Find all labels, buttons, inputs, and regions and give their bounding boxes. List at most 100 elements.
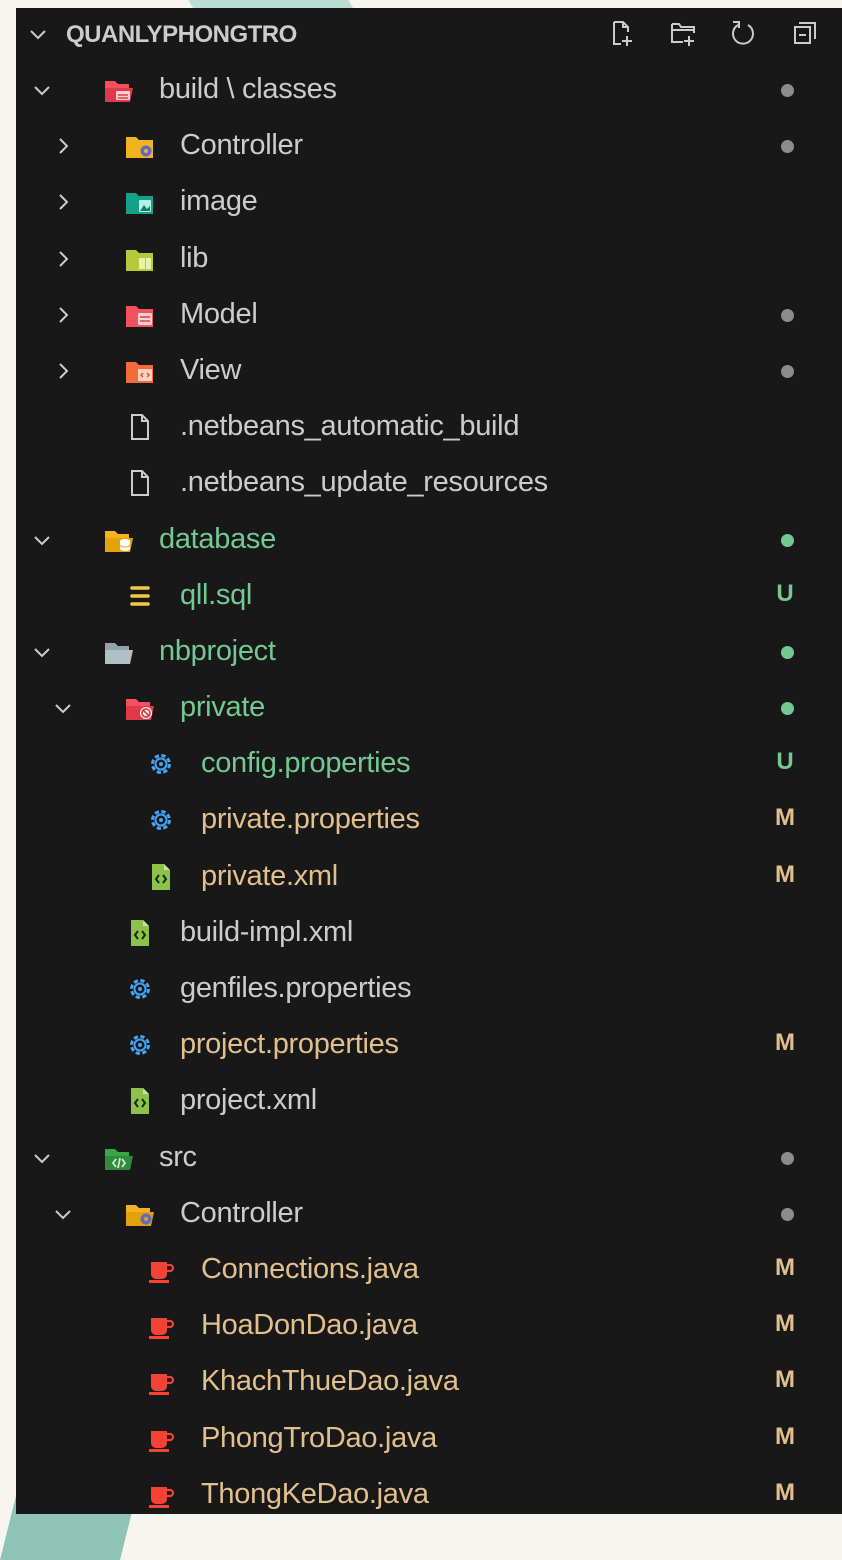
chevron-right-icon[interactable]	[51, 190, 75, 214]
tree-item-hoadondao-java[interactable]: HoaDonDao.java M	[16, 1298, 842, 1354]
tree-item-label: project.xml	[180, 1084, 317, 1117]
tree-item-label: .netbeans_update_resources	[180, 466, 548, 499]
tree-item-netbeans-update-resources[interactable]: .netbeans_update_resources	[16, 455, 842, 511]
tree-item-config-properties[interactable]: config.properties U	[16, 736, 842, 792]
tree-item-controller[interactable]: Controller	[16, 1186, 842, 1242]
tree-item-label: Controller	[180, 1196, 303, 1229]
project-title: QUANLYPHONGTRO	[66, 21, 297, 48]
tree-item-label: lib	[180, 241, 209, 274]
settings-gear-icon	[146, 750, 176, 778]
tree-item-nbproject[interactable]: nbproject	[16, 624, 842, 680]
tree-item-label: image	[180, 185, 258, 218]
tree-item-label: KhachThueDao.java	[201, 1365, 459, 1398]
chevron-down-icon[interactable]	[30, 528, 54, 552]
chevron-down-icon[interactable]	[26, 22, 50, 46]
tree-item-build-classes[interactable]: build \ classes	[16, 62, 842, 118]
chevron-right-icon[interactable]	[51, 359, 75, 383]
file-tree: build \ classes Controller image lib Model Vi…	[16, 62, 842, 1514]
tree-item-label: .netbeans_automatic_build	[180, 410, 520, 443]
tree-item-label: private.properties	[201, 803, 420, 836]
tree-item-controller[interactable]: Controller	[16, 118, 842, 174]
chevron-down-icon[interactable]	[51, 696, 75, 720]
settings-gear-icon	[125, 975, 155, 1003]
git-status-badge: M	[775, 804, 795, 832]
tree-item-qll-sql[interactable]: qll.sql U	[16, 568, 842, 624]
folder-lib-icon	[125, 245, 155, 273]
tree-item-project-xml[interactable]: project.xml	[16, 1073, 842, 1129]
tree-item-label: View	[180, 353, 242, 386]
java-file-icon	[146, 1481, 176, 1509]
chevron-down-icon[interactable]	[30, 1146, 54, 1170]
java-file-icon	[146, 1312, 176, 1340]
folder-controller-icon	[125, 132, 155, 160]
tree-item-image[interactable]: image	[16, 174, 842, 230]
tree-item-build-impl-xml[interactable]: build-impl.xml	[16, 905, 842, 961]
chevron-down-icon[interactable]	[51, 1202, 75, 1226]
file-icon	[125, 469, 155, 497]
refresh-icon[interactable]	[728, 18, 758, 48]
git-status-dot	[781, 702, 794, 716]
java-file-icon	[146, 1425, 176, 1453]
tree-item-project-properties[interactable]: project.properties M	[16, 1017, 842, 1073]
chevron-down-icon[interactable]	[30, 640, 54, 664]
tree-item-label: private.xml	[201, 859, 338, 892]
tree-item-label: src	[159, 1140, 197, 1173]
git-status-dot	[781, 645, 794, 659]
tree-item-private-xml[interactable]: private.xml M	[16, 849, 842, 905]
collapse-all-icon[interactable]	[790, 18, 820, 48]
tree-item-lib[interactable]: lib	[16, 231, 842, 287]
tree-item-khachthuedao-java[interactable]: KhachThueDao.java M	[16, 1354, 842, 1410]
tree-item-label: Model	[180, 297, 258, 330]
tree-item-private-properties[interactable]: private.properties M	[16, 792, 842, 848]
tree-item-private[interactable]: private	[16, 680, 842, 736]
java-file-icon	[146, 1256, 176, 1284]
file-icon	[125, 413, 155, 441]
tree-item-src[interactable]: src	[16, 1130, 842, 1186]
database-file-icon	[125, 582, 155, 610]
chevron-down-icon[interactable]	[30, 78, 54, 102]
git-status-badge: M	[775, 1253, 795, 1281]
tree-item-label: PhongTroDao.java	[201, 1421, 437, 1454]
folder-private-open-icon	[125, 694, 155, 722]
tree-item-genfiles-properties[interactable]: genfiles.properties	[16, 961, 842, 1017]
git-status-dot	[781, 140, 794, 154]
tree-item-label: config.properties	[201, 747, 411, 780]
new-folder-icon[interactable]	[668, 18, 698, 48]
java-file-icon	[146, 1368, 176, 1396]
explorer-header[interactable]: QUANLYPHONGTRO	[16, 8, 842, 60]
git-status-badge: U	[776, 579, 794, 607]
tree-item-label: build \ classes	[159, 73, 337, 105]
tree-item-model[interactable]: Model	[16, 287, 842, 343]
tree-item-netbeans-automatic-build[interactable]: .netbeans_automatic_build	[16, 399, 842, 455]
tree-item-database[interactable]: database	[16, 512, 842, 568]
tree-item-label: ThongKeDao.java	[201, 1477, 429, 1510]
git-status-badge: U	[776, 748, 794, 776]
tree-item-label: qll.sql	[180, 578, 253, 611]
chevron-right-icon[interactable]	[51, 247, 75, 271]
xml-file-icon	[125, 919, 155, 947]
git-status-dot	[781, 533, 794, 547]
git-status-dot	[781, 308, 794, 322]
folder-database-open-icon	[104, 526, 134, 554]
xml-file-icon	[125, 1087, 155, 1115]
tree-item-label: project.properties	[180, 1028, 399, 1061]
folder-view-icon	[125, 357, 155, 385]
chevron-right-icon[interactable]	[51, 134, 75, 158]
git-status-badge: M	[775, 1422, 795, 1450]
chevron-right-icon[interactable]	[51, 303, 75, 327]
folder-image-icon	[125, 188, 155, 216]
git-status-dot	[781, 84, 794, 97]
tree-item-phongtrodao-java[interactable]: PhongTroDao.java M	[16, 1411, 842, 1467]
folder-src-open-icon	[104, 1144, 134, 1172]
git-status-badge: M	[775, 860, 795, 888]
git-status-dot	[781, 1151, 794, 1165]
tree-item-connections-java[interactable]: Connections.java M	[16, 1242, 842, 1298]
tree-item-label: build-impl.xml	[180, 915, 354, 948]
git-status-badge: M	[775, 1029, 795, 1057]
settings-gear-icon	[125, 1031, 155, 1059]
tree-item-view[interactable]: View	[16, 343, 842, 399]
tree-item-label: genfiles.properties	[180, 972, 412, 1004]
xml-file-icon	[146, 863, 176, 891]
tree-item-thongkedao-java[interactable]: ThongKeDao.java M	[16, 1467, 842, 1514]
new-file-icon[interactable]	[606, 18, 636, 48]
